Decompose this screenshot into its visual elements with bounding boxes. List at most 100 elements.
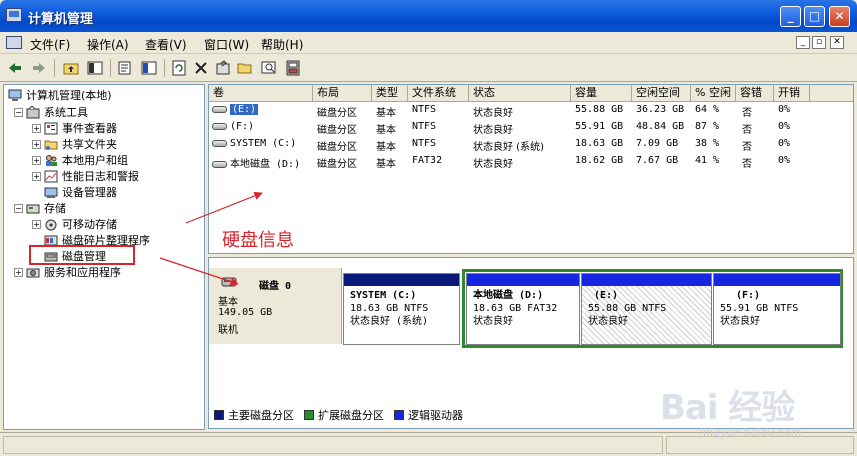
cell-layout: 磁盘分区 <box>317 108 357 119</box>
tree-label-perf-logs: 性能日志和警报 <box>62 170 139 183</box>
mdi-minimize-button[interactable]: _ <box>796 36 810 49</box>
tree-item-services[interactable]: + 服务和应用程序 <box>14 264 121 280</box>
partition-d[interactable]: 本地磁盘 (D:) 18.63 GB FAT32 状态良好 <box>466 273 580 345</box>
cell-status: 状态良好 (系统) <box>473 142 544 153</box>
table-row[interactable]: SYSTEM (C:) 磁盘分区 基本 NTFS 状态良好 (系统) 18.63… <box>209 137 853 153</box>
expand-icon[interactable]: + <box>32 139 41 149</box>
console-icon[interactable] <box>6 36 22 49</box>
expand-icon[interactable]: + <box>32 219 41 229</box>
partition-f[interactable]: (F:) 55.91 GB NTFS 状态良好 <box>713 273 841 345</box>
column-fault-tolerance[interactable]: 容错 <box>736 85 774 102</box>
cell-capacity: 18.63 GB <box>575 138 624 149</box>
column-percent-free[interactable]: % 空闲 <box>691 85 736 102</box>
cell-fault-tolerance: 否 <box>742 125 752 136</box>
volume-icon <box>212 160 227 168</box>
cell-type: 基本 <box>376 142 396 153</box>
expand-icon[interactable]: + <box>32 123 41 133</box>
partition-size: 18.63 GB FAT32 <box>473 303 558 314</box>
menu-file[interactable]: 文件(F) <box>30 36 70 53</box>
services-icon <box>26 266 40 279</box>
maximize-button[interactable]: □ <box>804 6 825 27</box>
expand-icon[interactable]: + <box>32 171 41 181</box>
cell-type: 基本 <box>376 159 396 170</box>
menu-window[interactable]: 窗口(W) <box>204 36 249 53</box>
partition-status: 状态良好 <box>473 316 513 327</box>
column-filesystem[interactable]: 文件系统 <box>408 85 469 102</box>
tree-item-system-tools[interactable]: − 系统工具 <box>14 104 88 120</box>
menu-help[interactable]: 帮助(H) <box>261 36 303 53</box>
column-layout[interactable]: 布局 <box>313 85 372 102</box>
column-type[interactable]: 类型 <box>372 85 408 102</box>
tree-item-local-users[interactable]: + 本地用户和组 <box>32 152 128 168</box>
partition-size: 18.63 GB NTFS <box>350 303 429 314</box>
tree-item-device-manager[interactable]: 设备管理器 <box>44 184 117 200</box>
close-button[interactable]: ✕ <box>829 6 850 27</box>
mdi-close-button[interactable]: ✕ <box>830 36 844 49</box>
cell-free-space: 7.09 GB <box>636 138 679 149</box>
cell-layout: 磁盘分区 <box>317 159 357 170</box>
mdi-restore-button[interactable]: ▫ <box>812 36 826 49</box>
partition-c[interactable]: SYSTEM (C:) 18.63 GB NTFS 状态良好 (系统) <box>343 273 460 345</box>
tree-item-root[interactable]: 计算机管理(本地) <box>8 87 112 103</box>
column-overhead[interactable]: 开销 <box>774 85 810 102</box>
window-title: 计算机管理 <box>28 12 94 27</box>
open-folder-icon[interactable] <box>236 59 254 77</box>
delete-icon[interactable] <box>192 59 210 77</box>
search-icon[interactable] <box>260 59 278 77</box>
collapse-icon[interactable]: − <box>14 203 23 213</box>
refresh-icon[interactable] <box>170 59 188 77</box>
partition-size: 55.88 GB NTFS <box>588 303 667 314</box>
table-row[interactable]: 本地磁盘 (D:) 磁盘分区 基本 FAT32 状态良好 18.62 GB 7.… <box>209 154 853 170</box>
collapse-icon[interactable]: − <box>14 107 23 117</box>
minimize-button[interactable]: _ <box>780 6 801 27</box>
disk-view-icon[interactable] <box>284 59 302 77</box>
partition-status: 状态良好 <box>588 316 628 327</box>
cell-filesystem: NTFS <box>412 104 437 115</box>
column-free-space[interactable]: 空闲空间 <box>632 85 691 102</box>
settings-icon[interactable] <box>214 59 232 77</box>
cell-capacity: 55.88 GB <box>575 104 624 115</box>
expand-icon[interactable]: + <box>14 267 23 277</box>
cell-type: 基本 <box>376 108 396 119</box>
menu-action[interactable]: 操作(A) <box>87 36 129 53</box>
cell-overhead: 0% <box>778 121 791 132</box>
column-capacity[interactable]: 容量 <box>571 85 632 102</box>
table-row[interactable]: (E:) 磁盘分区 基本 NTFS 状态良好 55.88 GB 36.23 GB… <box>209 103 853 119</box>
title-bar[interactable]: 计算机管理 _ □ ✕ <box>0 0 857 32</box>
tree-label-shared-folders: 共享文件夹 <box>62 138 117 151</box>
cell-status: 状态良好 <box>473 125 513 136</box>
cell-layout: 磁盘分区 <box>317 125 357 136</box>
show-hide-tree-icon[interactable] <box>86 59 104 77</box>
cell-overhead: 0% <box>778 104 791 115</box>
partition-e[interactable]: (E:) 55.88 GB NTFS 状态良好 <box>581 273 712 345</box>
cell-status: 状态良好 <box>473 108 513 119</box>
up-folder-icon[interactable] <box>62 59 80 77</box>
column-volume[interactable]: 卷 <box>209 85 313 102</box>
tree-item-storage[interactable]: − 存储 <box>14 200 66 216</box>
tree-item-event-viewer[interactable]: + 事件查看器 <box>32 120 117 136</box>
expand-icon[interactable]: + <box>32 155 41 165</box>
help-icon[interactable] <box>140 59 158 77</box>
users-icon <box>44 154 58 167</box>
cell-percent-free: 87 % <box>695 121 720 132</box>
properties-icon[interactable] <box>116 59 134 77</box>
tree-label-removable: 可移动存储 <box>62 218 117 231</box>
disk-size: 149.05 GB <box>218 307 273 318</box>
tree-item-removable[interactable]: + 可移动存储 <box>32 216 117 232</box>
cell-free-space: 36.23 GB <box>636 104 685 115</box>
tree-item-shared-folders[interactable]: + 共享文件夹 <box>32 136 117 152</box>
volume-name: (F:) <box>230 121 255 132</box>
tree-label-services: 服务和应用程序 <box>44 266 121 279</box>
forward-arrow-icon[interactable] <box>30 59 48 77</box>
cell-percent-free: 41 % <box>695 155 720 166</box>
table-row[interactable]: (F:) 磁盘分区 基本 NTFS 状态良好 55.91 GB 48.84 GB… <box>209 120 853 136</box>
back-arrow-icon[interactable] <box>6 59 24 77</box>
column-status[interactable]: 状态 <box>469 85 571 102</box>
cell-fault-tolerance: 否 <box>742 108 752 119</box>
disk-label[interactable]: 磁盘 0 基本 149.05 GB 联机 <box>209 268 342 344</box>
tree-item-perf-logs[interactable]: + 性能日志和警报 <box>32 168 139 184</box>
legend: 主要磁盘分区 扩展磁盘分区 逻辑驱动器 <box>214 407 473 423</box>
performance-log-icon <box>44 170 58 183</box>
removable-storage-icon <box>44 218 58 231</box>
menu-view[interactable]: 查看(V) <box>145 36 187 53</box>
